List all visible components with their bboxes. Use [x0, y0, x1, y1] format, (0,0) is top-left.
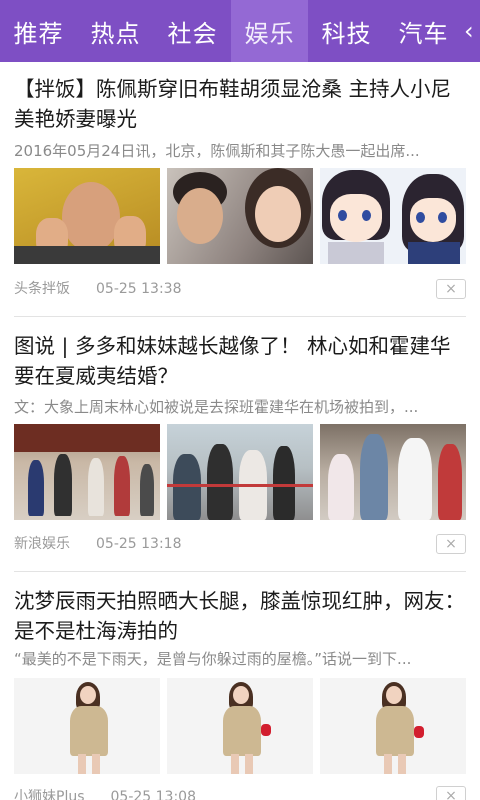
news-meta: 小狮妹Plus 05-25 13:08	[14, 786, 196, 800]
news-headline[interactable]: 图说 | 多多和妹妹越长越像了！ 林心如和霍建华要在夏威夷结婚？	[14, 331, 466, 391]
news-meta: 头条拌饭 05-25 13:38	[14, 278, 181, 300]
thumbnail-image[interactable]	[167, 678, 313, 774]
dismiss-button[interactable]: ×	[436, 279, 466, 299]
news-summary: 2016年05月24日讯，北京，陈佩斯和其子陈大愚一起出席...	[14, 142, 420, 160]
thumbnail-image[interactable]	[167, 424, 313, 520]
tab-technology[interactable]: 科技	[308, 0, 385, 62]
thumbnail-image[interactable]	[320, 168, 466, 264]
news-item[interactable]: 图说 | 多多和妹妹越长越像了！ 林心如和霍建华要在夏威夷结婚？ 文：大象上周末…	[0, 317, 480, 572]
news-meta: 新浪娱乐 05-25 13:18	[14, 533, 181, 555]
dismiss-button[interactable]: ×	[436, 786, 466, 800]
dismiss-button[interactable]: ×	[436, 534, 466, 554]
thumbnail-row	[14, 424, 466, 520]
news-time: 05-25 13:38	[96, 281, 182, 297]
tab-hot[interactable]: 热点	[77, 0, 154, 62]
news-item[interactable]: 沈梦辰雨天拍照晒大长腿，膝盖惊现红肿，网友：是不是杜海涛拍的 “最美的不是下雨天…	[0, 572, 480, 800]
news-summary: 文：大象上周末林心如被说是去探班霍建华在机场被拍到，...	[14, 398, 419, 416]
news-source: 小狮妹Plus	[14, 789, 85, 800]
news-time: 05-25 13:18	[96, 536, 182, 552]
thumbnail-image[interactable]	[14, 424, 160, 520]
news-headline[interactable]: 沈梦辰雨天拍照晒大长腿，膝盖惊现红肿，网友：是不是杜海涛拍的	[14, 586, 466, 646]
thumbnail-image[interactable]	[167, 168, 313, 264]
thumbnail-row	[14, 168, 466, 264]
thumbnail-row	[14, 678, 466, 774]
tab-society[interactable]: 社会	[154, 0, 231, 62]
tab-auto[interactable]: 汽车	[385, 0, 462, 62]
news-headline[interactable]: 【拌饭】陈佩斯穿旧布鞋胡须显沧桑 主持人小尼美艳娇妻曝光	[14, 74, 466, 134]
tab-entertainment[interactable]: 娱乐	[231, 0, 308, 62]
news-source: 新浪娱乐	[14, 536, 70, 552]
thumbnail-image[interactable]	[14, 168, 160, 264]
tab-overflow-partial[interactable]: ‹	[462, 0, 480, 62]
thumbnail-image[interactable]	[14, 678, 160, 774]
news-source: 头条拌饭	[14, 281, 70, 297]
news-item[interactable]: 【拌饭】陈佩斯穿旧布鞋胡须显沧桑 主持人小尼美艳娇妻曝光 2016年05月24日…	[0, 62, 480, 317]
tab-recommended[interactable]: 推荐	[0, 0, 77, 62]
thumbnail-image[interactable]	[320, 424, 466, 520]
category-tab-bar: 推荐 热点 社会 娱乐 科技 汽车 ‹	[0, 0, 480, 62]
thumbnail-image[interactable]	[320, 678, 466, 774]
news-time: 05-25 13:08	[110, 789, 196, 800]
news-summary: “最美的不是下雨天，是曾与你躲过雨的屋檐。”话说一到下...	[14, 650, 412, 668]
